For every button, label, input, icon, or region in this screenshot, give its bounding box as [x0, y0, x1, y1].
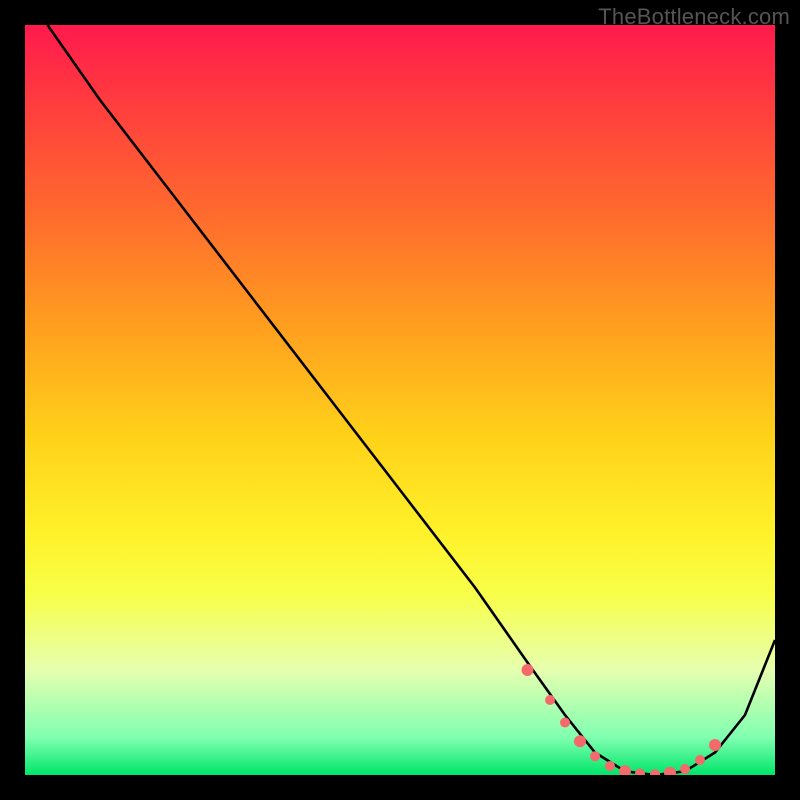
highlight-dot: [619, 765, 631, 775]
highlight-dot: [650, 769, 660, 775]
watermark-text: TheBottleneck.com: [598, 4, 790, 30]
highlight-dot: [695, 755, 705, 765]
highlight-dot: [522, 664, 534, 676]
highlight-dot: [574, 735, 586, 747]
highlight-dot: [590, 751, 600, 761]
highlight-dot: [605, 761, 615, 771]
chart-svg: [25, 25, 775, 775]
highlight-dot: [709, 739, 721, 751]
highlight-dot: [680, 764, 690, 774]
highlight-dot: [635, 769, 645, 776]
highlight-dots-group: [522, 664, 722, 775]
highlight-dot: [545, 695, 555, 705]
highlight-dot: [560, 718, 570, 728]
chart-plot-area: [25, 25, 775, 775]
bottleneck-curve: [48, 25, 776, 775]
highlight-dot: [664, 767, 676, 775]
